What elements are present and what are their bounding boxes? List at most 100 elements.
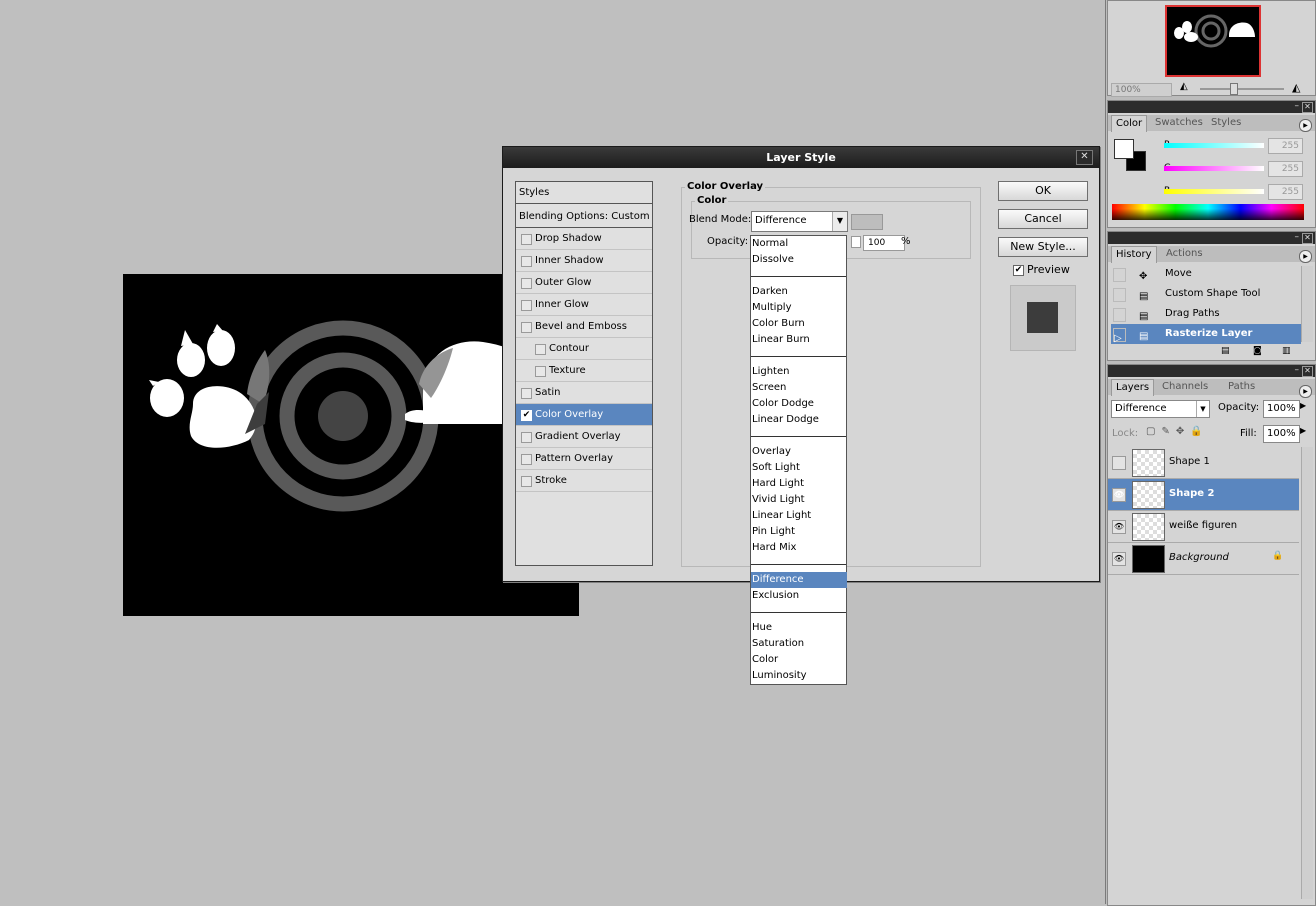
style-checkbox[interactable] — [521, 476, 532, 487]
blend-mode-option-exclusion[interactable]: Exclusion — [751, 588, 847, 604]
layer-row[interactable]: 👁 weiße figuren — [1108, 511, 1299, 543]
eye-icon[interactable]: 👁 — [1112, 488, 1126, 502]
close-icon[interactable]: ✕ — [1302, 233, 1313, 244]
style-checkbox[interactable] — [521, 234, 532, 245]
blend-mode-option-hard-light[interactable]: Hard Light — [751, 476, 847, 492]
palette-menu-icon[interactable]: ▶ — [1299, 385, 1312, 398]
blend-mode-option-color-burn[interactable]: Color Burn — [751, 316, 847, 332]
navigator-thumbnail[interactable] — [1165, 5, 1261, 77]
eye-icon[interactable] — [1112, 456, 1126, 470]
blend-mode-option-luminosity[interactable]: Luminosity — [751, 668, 847, 684]
color-spectrum-ramp[interactable] — [1112, 204, 1304, 220]
blend-mode-option-linear-light[interactable]: Linear Light — [751, 508, 847, 524]
style-checkbox[interactable]: ✔ — [521, 410, 532, 421]
eye-icon[interactable]: 👁 — [1112, 552, 1126, 566]
blend-mode-option-linear-dodge[interactable]: Linear Dodge — [751, 412, 847, 428]
blend-mode-option-difference[interactable]: Difference — [751, 572, 847, 588]
layer-opacity-input[interactable]: 100% — [1263, 400, 1300, 418]
opacity-input[interactable]: 100 — [863, 235, 905, 251]
blend-mode-option-hue[interactable]: Hue — [751, 620, 847, 636]
zoom-slider-handle[interactable] — [1230, 83, 1238, 95]
styles-header[interactable]: Styles — [516, 182, 652, 204]
blend-mode-option-dissolve[interactable]: Dissolve — [751, 252, 847, 268]
style-item-gradient-overlay[interactable]: Gradient Overlay — [516, 426, 652, 448]
zoom-out-icon[interactable]: ◭ — [1180, 81, 1188, 92]
close-icon[interactable]: ✕ — [1302, 102, 1313, 113]
blend-mode-select[interactable]: Difference ▼ — [751, 211, 848, 232]
chevron-right-icon[interactable]: ▶ — [1300, 401, 1306, 410]
close-icon[interactable]: ✕ — [1302, 366, 1313, 377]
tab-layers[interactable]: Layers — [1111, 379, 1155, 396]
style-checkbox[interactable] — [521, 322, 532, 333]
palette-menu-icon[interactable]: ▶ — [1299, 119, 1312, 132]
style-checkbox[interactable] — [535, 366, 546, 377]
blend-mode-option-pin-light[interactable]: Pin Light — [751, 524, 847, 540]
style-checkbox[interactable] — [521, 454, 532, 465]
layer-blend-mode-select[interactable]: Difference ▼ — [1111, 400, 1210, 418]
history-snapshot-source[interactable] — [1113, 268, 1126, 282]
trash-icon[interactable]: ▥ — [1282, 346, 1291, 356]
preview-checkbox[interactable]: ✔ — [1013, 265, 1024, 276]
style-checkbox[interactable] — [521, 256, 532, 267]
channel-g-value[interactable]: 255 — [1268, 161, 1303, 177]
eye-icon[interactable]: 👁 — [1112, 520, 1126, 534]
blend-mode-option-color[interactable]: Color — [751, 652, 847, 668]
blend-mode-option-hard-mix[interactable]: Hard Mix — [751, 540, 847, 556]
style-item-texture[interactable]: Texture — [516, 360, 652, 382]
blend-mode-option-multiply[interactable]: Multiply — [751, 300, 847, 316]
blend-mode-option-lighten[interactable]: Lighten — [751, 364, 847, 380]
new-style-button[interactable]: New Style... — [998, 237, 1088, 257]
chevron-down-icon[interactable]: ▼ — [1196, 401, 1209, 417]
cancel-button[interactable]: Cancel — [998, 209, 1088, 229]
history-scrollbar[interactable] — [1301, 266, 1313, 342]
style-item-satin[interactable]: Satin — [516, 382, 652, 404]
camera-icon[interactable]: ◙ — [1253, 346, 1262, 356]
close-icon[interactable]: ✕ — [1076, 150, 1093, 165]
layer-row[interactable]: 👁 Background 🔒 — [1108, 543, 1299, 575]
blend-mode-option-linear-burn[interactable]: Linear Burn — [751, 332, 847, 348]
style-item-inner-shadow[interactable]: Inner Shadow — [516, 250, 652, 272]
blending-options-item[interactable]: Blending Options: Custom — [516, 206, 652, 228]
history-snapshot-source[interactable] — [1113, 288, 1126, 302]
new-document-icon[interactable]: ▤ — [1221, 346, 1230, 356]
style-item-pattern-overlay[interactable]: Pattern Overlay — [516, 448, 652, 470]
style-item-outer-glow[interactable]: Outer Glow — [516, 272, 652, 294]
tab-channels[interactable]: Channels — [1158, 379, 1212, 395]
channel-r-value[interactable]: 255 — [1268, 138, 1303, 154]
tab-paths[interactable]: Paths — [1224, 379, 1259, 395]
style-item-inner-glow[interactable]: Inner Glow — [516, 294, 652, 316]
channel-b-slider[interactable] — [1164, 189, 1264, 194]
style-item-contour[interactable]: Contour — [516, 338, 652, 360]
style-item-bevel-and-emboss[interactable]: Bevel and Emboss — [516, 316, 652, 338]
zoom-in-icon[interactable]: ◭ — [1292, 81, 1300, 94]
history-snapshot-source[interactable] — [1113, 308, 1126, 322]
ok-button[interactable]: OK — [998, 181, 1088, 201]
blend-mode-option-soft-light[interactable]: Soft Light — [751, 460, 847, 476]
style-item-color-overlay[interactable]: ✔ Color Overlay — [516, 404, 652, 426]
blend-mode-option-color-dodge[interactable]: Color Dodge — [751, 396, 847, 412]
style-item-drop-shadow[interactable]: Drop Shadow — [516, 228, 652, 250]
tab-actions[interactable]: Actions — [1162, 246, 1207, 262]
tab-history[interactable]: History — [1111, 246, 1157, 263]
lock-options-icons[interactable]: ▢✎✥🔒 — [1146, 426, 1209, 437]
channel-b-value[interactable]: 255 — [1268, 184, 1303, 200]
style-checkbox[interactable] — [521, 388, 532, 399]
channel-g-slider[interactable] — [1164, 166, 1264, 171]
overlay-color-swatch[interactable] — [851, 214, 883, 230]
style-checkbox[interactable] — [521, 300, 532, 311]
chevron-down-icon[interactable]: ▼ — [832, 212, 847, 231]
navigator-zoom-field[interactable]: 100% — [1111, 83, 1172, 97]
style-item-stroke[interactable]: Stroke — [516, 470, 652, 492]
style-checkbox[interactable] — [535, 344, 546, 355]
history-snapshot-source[interactable]: ▷ — [1113, 328, 1126, 344]
blend-mode-option-screen[interactable]: Screen — [751, 380, 847, 396]
zoom-slider[interactable] — [1200, 88, 1284, 90]
blend-mode-option-vivid-light[interactable]: Vivid Light — [751, 492, 847, 508]
foreground-color-swatch[interactable] — [1114, 139, 1134, 159]
tab-swatches[interactable]: Swatches — [1151, 115, 1207, 131]
tab-styles[interactable]: Styles — [1207, 115, 1245, 131]
style-checkbox[interactable] — [521, 432, 532, 443]
layer-row[interactable]: Shape 1 — [1108, 447, 1299, 479]
history-item[interactable]: ▤ Custom Shape Tool — [1111, 284, 1301, 304]
opacity-slider[interactable] — [851, 236, 861, 248]
